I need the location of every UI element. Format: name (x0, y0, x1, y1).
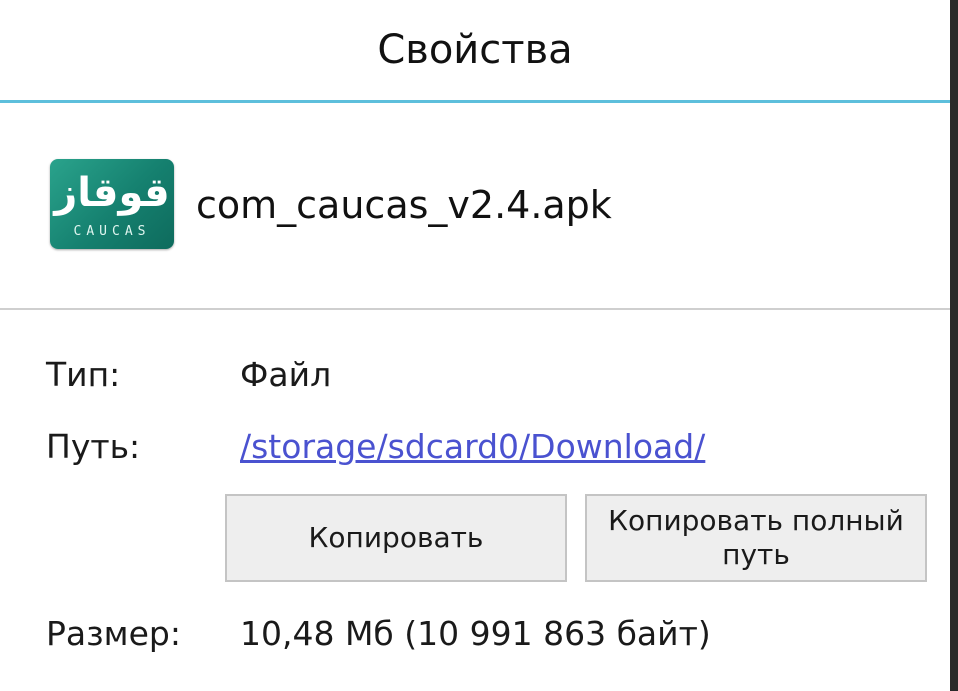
path-link[interactable]: /storage/sdcard0/Download/ (240, 427, 705, 467)
copy-button[interactable]: Копировать (225, 494, 567, 582)
properties-dialog: Свойства قوقاز CAUCAS com_caucas_v2.4.ap… (0, 0, 950, 691)
file-name: com_caucas_v2.4.apk (196, 183, 612, 227)
dialog-title: Свойства (377, 27, 573, 73)
file-header: قوقاز CAUCAS com_caucas_v2.4.apk (0, 103, 950, 308)
size-label: Размер: (46, 614, 181, 653)
copy-full-path-button[interactable]: Копировать полный путь (585, 494, 927, 582)
type-value: Файл (240, 355, 332, 394)
type-label: Тип: (46, 355, 121, 394)
app-icon-arabic-text: قوقاز (54, 170, 170, 216)
app-icon: قوقاز CAUCAS (50, 159, 174, 249)
screen-edge (950, 0, 958, 691)
app-icon-latin-text: CAUCAS (73, 223, 151, 239)
path-label: Путь: (46, 427, 141, 466)
size-value: 10,48 Мб (10 991 863 байт) (240, 614, 711, 653)
section-divider (0, 308, 950, 310)
